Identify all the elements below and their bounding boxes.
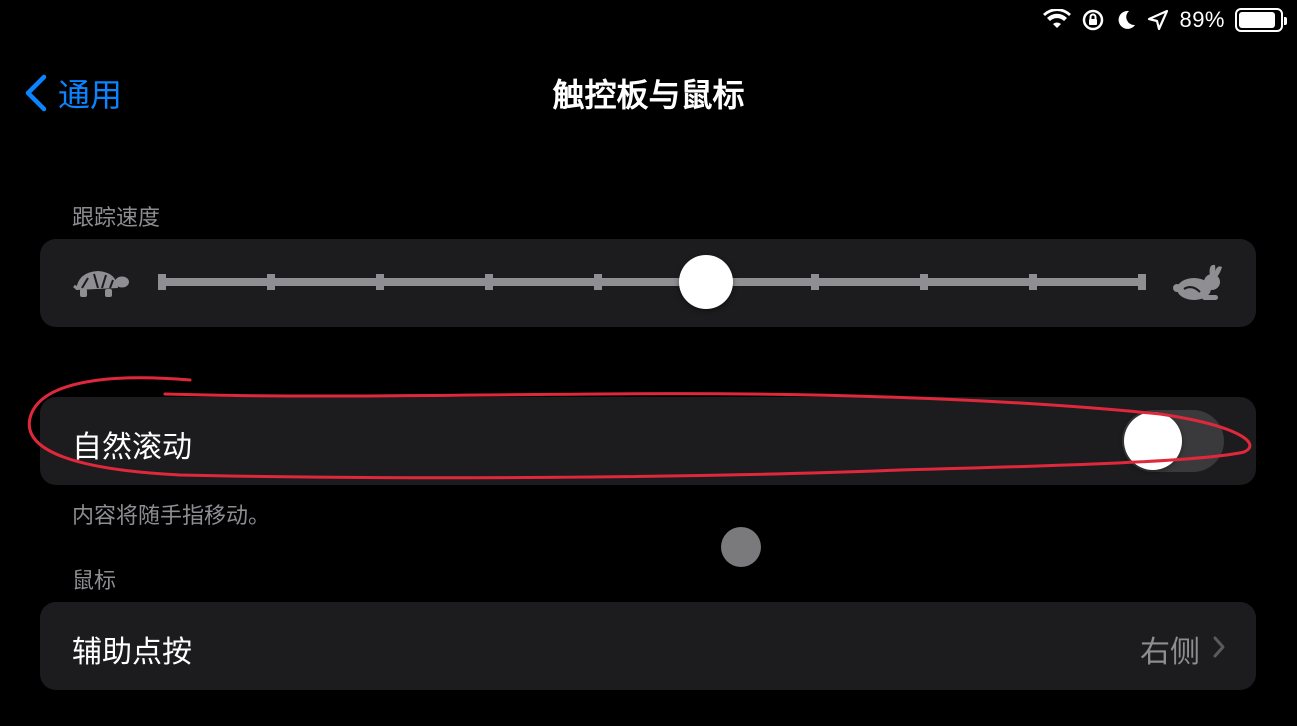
slider-tick <box>484 274 493 290</box>
secondary-click-label: 辅助点按 <box>72 635 192 670</box>
location-arrow-icon <box>1148 9 1169 31</box>
touch-indicator <box>721 527 761 567</box>
natural-scroll-label: 自然滚动 <box>72 430 192 465</box>
do-not-disturb-moon-icon <box>1119 10 1136 29</box>
turtle-icon <box>73 271 129 297</box>
slider-tick <box>375 274 384 290</box>
battery-percentage: 89% <box>1179 7 1225 32</box>
secondary-click-value: 右侧 <box>1140 635 1200 670</box>
natural-scroll-row: 自然滚动 <box>40 397 1256 485</box>
status-bar: 89% <box>1043 6 1287 34</box>
natural-scroll-toggle[interactable] <box>1122 410 1224 472</box>
page-title: 触控板与鼠标 <box>552 76 745 114</box>
tracking-speed-track[interactable] <box>158 278 1146 286</box>
wifi-icon <box>1043 9 1072 28</box>
slider-tick <box>1029 274 1038 290</box>
slider-tick <box>811 274 820 290</box>
slider-tick <box>920 274 929 290</box>
chevron-right-icon <box>1213 636 1225 658</box>
slider-tick <box>266 274 275 290</box>
battery-fill <box>1239 12 1275 28</box>
secondary-click-row[interactable]: 辅助点按 右侧 <box>40 602 1256 690</box>
battery-icon <box>1235 8 1287 32</box>
natural-scroll-footnote: 内容将随手指移动。 <box>72 504 271 529</box>
tracking-speed-header: 跟踪速度 <box>72 206 161 231</box>
slider-tick <box>158 274 166 290</box>
rabbit-icon <box>1173 264 1222 300</box>
mouse-header: 鼠标 <box>72 569 117 594</box>
toggle-knob <box>1124 412 1182 470</box>
rotation-lock-icon <box>1083 9 1104 31</box>
slider-tick <box>1138 274 1146 290</box>
slider-tick <box>593 274 602 290</box>
